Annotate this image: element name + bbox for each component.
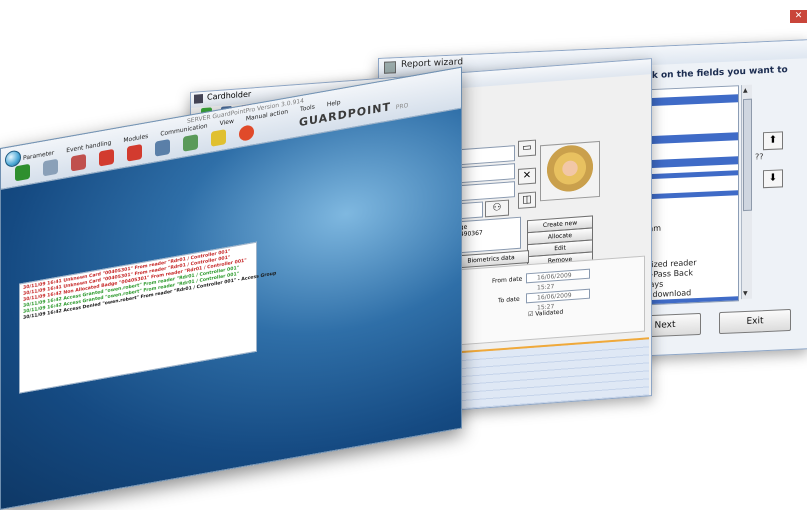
close-icon[interactable]: ✕ (790, 10, 807, 23)
name-field[interactable] (453, 181, 515, 202)
window-title: Cardholder (207, 89, 252, 102)
list-highlight (638, 94, 738, 107)
logo-suffix: PRO (395, 102, 409, 112)
menu-item[interactable]: Communication (160, 122, 207, 137)
from-date-field[interactable]: 16/06/2009 15:27 (526, 268, 590, 292)
menu-item[interactable]: Tools (300, 103, 315, 113)
menu-item[interactable]: Modules (123, 133, 148, 144)
users-icon[interactable] (71, 153, 86, 172)
validated-label: Validated (535, 308, 564, 318)
name-field[interactable] (453, 163, 515, 184)
monitor-icon[interactable] (183, 134, 198, 152)
guardpoint-logo: GUARDPOINT PRO (299, 97, 408, 129)
move-up-button[interactable]: ⬆ (763, 131, 783, 151)
list-highlight (638, 156, 738, 169)
exit-button[interactable]: Exit (719, 308, 791, 335)
alert-icon[interactable] (127, 143, 142, 162)
scroll-thumb[interactable] (743, 98, 752, 212)
user-lookup-icon[interactable]: ⚇ (485, 199, 509, 218)
event-log: 30/11/09 16:41 Unknown Card "00405301" F… (19, 241, 276, 394)
menu-item[interactable]: View (220, 118, 234, 128)
camera-icon[interactable]: ◫ (518, 191, 536, 209)
to-date-label: To date (498, 295, 520, 305)
badge-box: dge 4490367 (453, 216, 521, 254)
name-field[interactable] (453, 145, 515, 166)
validated-checkbox[interactable]: ☑ Validated (528, 309, 563, 319)
menu-item[interactable]: Help (327, 99, 341, 108)
list-scrollbar[interactable]: ▲ ▼ (741, 84, 752, 300)
report-icon[interactable] (155, 139, 170, 157)
scroll-up-icon[interactable]: ▲ (743, 87, 748, 94)
folder-icon[interactable]: ▭ (518, 139, 536, 157)
scroll-down-icon[interactable]: ▼ (743, 290, 748, 297)
cardholder-icon (194, 94, 203, 104)
list-highlight (638, 132, 738, 145)
list-highlight (638, 190, 738, 200)
move-down-button[interactable]: ⬇ (763, 169, 783, 189)
light-icon[interactable] (211, 129, 226, 147)
help-text: ?? (755, 152, 764, 162)
reader-icon[interactable] (43, 158, 58, 177)
cardholder-photo (540, 140, 600, 202)
alarm-icon[interactable] (99, 148, 114, 167)
validity-panel: From date 16/06/2009 15:27 To date 16/06… (453, 255, 645, 346)
wizard-icon (384, 61, 396, 74)
power-icon[interactable] (239, 124, 254, 142)
source-list[interactable]: gram torized reader nti-Pass Back lidays… (637, 85, 739, 306)
controller-icon[interactable] (15, 163, 30, 182)
list-highlight (638, 170, 738, 180)
to-date-field[interactable]: 16/06/2009 15:27 (526, 288, 590, 312)
clear-icon[interactable]: ✕ (518, 167, 536, 185)
from-date-label: From date (492, 275, 523, 285)
